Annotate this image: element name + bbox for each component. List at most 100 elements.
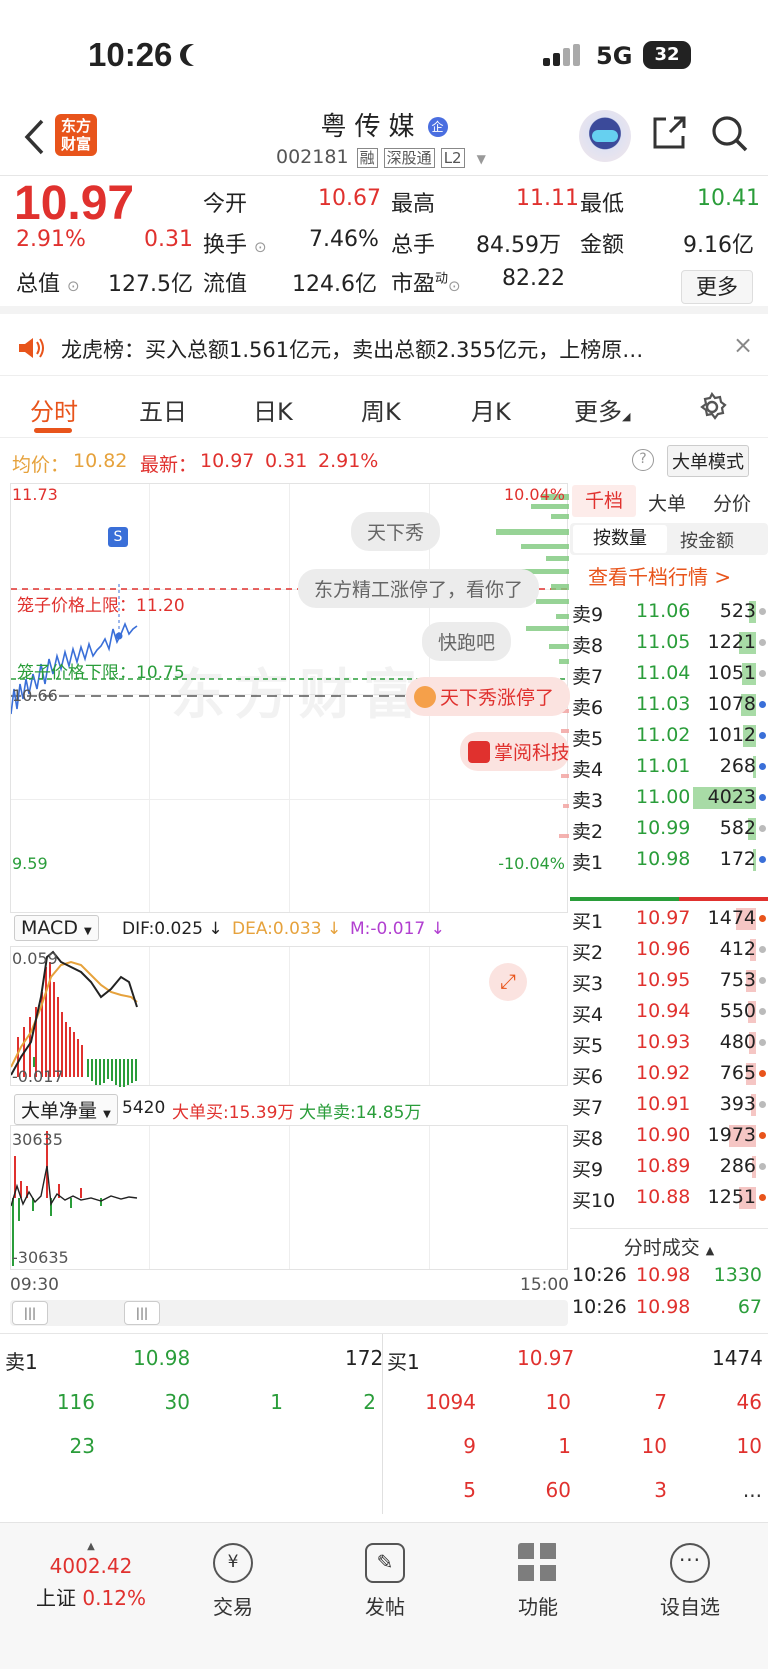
- asks-row[interactable]: 卖8 11.05 1221: [570, 626, 768, 659]
- bids-label: 买2: [572, 942, 604, 964]
- s-marker-icon[interactable]: S: [108, 527, 128, 547]
- asks-row[interactable]: 卖4 11.01 268: [570, 750, 768, 783]
- asks-dot-icon: [759, 732, 766, 739]
- asks-label: 卖1: [572, 852, 604, 874]
- float-label: 流值: [203, 272, 248, 297]
- tag-l2: L2: [440, 148, 465, 168]
- stock-code: 002181: [276, 146, 349, 168]
- asks-row[interactable]: 卖1 10.98 172: [570, 843, 768, 876]
- danmaku-bubble: 快跑吧: [422, 622, 512, 661]
- stock-title[interactable]: 粤传媒: [320, 112, 422, 142]
- macd-dea: DEA:0.033 ↓: [232, 919, 342, 939]
- bids-row[interactable]: 买4 10.94 550: [570, 995, 768, 1028]
- queue-sell-cell: 2: [363, 1390, 376, 1414]
- asks-dot-icon: [759, 670, 766, 677]
- trade-icon: ¥: [213, 1543, 253, 1583]
- bids-row[interactable]: 买1 10.97 1474: [570, 902, 768, 935]
- add-watchlist-button[interactable]: ··· 设自选: [630, 1543, 750, 1620]
- bids-price: 10.92: [636, 1062, 691, 1084]
- bids-row[interactable]: 买5 10.93 480: [570, 1026, 768, 1059]
- netflow-buy: 大单买:15.39万: [172, 1103, 295, 1123]
- trades-header[interactable]: 分时成交 ▲: [570, 1228, 768, 1259]
- queue-sell-cell: 23: [69, 1434, 95, 1458]
- asks-price: 11.02: [636, 724, 691, 746]
- notice-text: 龙虎榜：买入总额1.561亿元，卖出总额2.355亿元，上榜原…: [61, 338, 644, 362]
- info-icon[interactable]: ⊙: [67, 277, 80, 295]
- asks-qty: 523: [719, 600, 756, 622]
- bids-row[interactable]: 买8 10.90 1973: [570, 1119, 768, 1152]
- ob-tab-big[interactable]: 大单: [648, 489, 686, 516]
- bids-row[interactable]: 买7 10.91 393: [570, 1088, 768, 1121]
- turnover-value: 7.46%: [309, 227, 379, 252]
- close-icon[interactable]: ×: [733, 331, 753, 359]
- bids-dot-icon: [759, 1039, 766, 1046]
- ob-thousand-link[interactable]: 查看千档行情 >: [588, 561, 731, 590]
- turnover-info-icon[interactable]: ⊙: [254, 238, 267, 256]
- tab-five-day[interactable]: 五日: [139, 392, 187, 427]
- big-order-mode-button[interactable]: 大单模式: [667, 445, 749, 477]
- function-button[interactable]: 功能: [478, 1543, 598, 1620]
- bids-row[interactable]: 买10 10.88 1251: [570, 1181, 768, 1214]
- pe-value: 82.22: [502, 266, 565, 291]
- settings-gear-icon[interactable]: [697, 392, 727, 422]
- ob-tab-thousand[interactable]: 千档: [572, 485, 636, 517]
- post-button[interactable]: ✎ 发帖: [325, 1543, 445, 1620]
- signal-icon: [543, 44, 580, 66]
- asks-dot-icon: [759, 825, 766, 832]
- netflow-sell: 大单卖:14.85万: [299, 1103, 422, 1123]
- tab-intraday[interactable]: 分时: [30, 392, 78, 427]
- asks-row[interactable]: 卖6 11.03 1078: [570, 688, 768, 721]
- open-value: 10.67: [318, 186, 381, 211]
- danmaku-bubble: 天下秀涨停了: [406, 677, 571, 716]
- queue-sell-cell: 30: [164, 1390, 190, 1414]
- amount-value: 9.16亿: [683, 233, 754, 258]
- macd-chart[interactable]: 0.059 -0.017 ⤢: [10, 946, 568, 1087]
- bids-dot-icon: [759, 977, 766, 984]
- stock-code-row[interactable]: 002181 融 深股通 L2 ▼: [276, 146, 486, 168]
- bids-row[interactable]: 买9 10.89 286: [570, 1150, 768, 1183]
- bids-row[interactable]: 买2 10.96 412: [570, 933, 768, 966]
- index-widget[interactable]: ▲ 4002.42 上证 0.12%: [16, 1541, 166, 1611]
- ob-tab-price[interactable]: 分价: [713, 489, 751, 516]
- tab-daily-k[interactable]: 日K: [253, 392, 293, 427]
- bid-ask-divider: [570, 897, 768, 901]
- netflow-chart[interactable]: 30635 -30635: [10, 1125, 568, 1270]
- help-icon[interactable]: ?: [632, 449, 654, 471]
- enterprise-badge: 企: [427, 117, 448, 137]
- bids-row[interactable]: 买3 10.95 753: [570, 964, 768, 997]
- asks-qty: 1012: [707, 724, 756, 746]
- queue-buy-cell: 5: [463, 1478, 476, 1502]
- range-scrubber[interactable]: ||| |||: [10, 1300, 568, 1326]
- queue-buy-total: 1474: [712, 1346, 763, 1370]
- asks-row[interactable]: 卖5 11.02 1012: [570, 719, 768, 752]
- more-button[interactable]: 更多: [681, 270, 753, 304]
- assistant-robot-icon[interactable]: [579, 110, 631, 162]
- index-change: 0.12%: [82, 1586, 146, 1610]
- macd-selector[interactable]: MACD ▼: [14, 915, 99, 941]
- pe-info-icon[interactable]: ⊙: [448, 277, 461, 295]
- ob-subtab-amount[interactable]: 按金额: [680, 527, 734, 553]
- bids-label: 买4: [572, 1004, 604, 1026]
- asks-row[interactable]: 卖3 11.00 4023: [570, 781, 768, 814]
- intraday-chart[interactable]: 东方财富 S 11.73 9.59 10.04% -10.04% 笼子价格上限：…: [10, 483, 571, 913]
- asks-row[interactable]: 卖2 10.99 582: [570, 812, 768, 845]
- trade-button[interactable]: ¥ 交易: [173, 1543, 293, 1620]
- scrubber-left-handle[interactable]: |||: [12, 1301, 48, 1325]
- ob-subtab-qty[interactable]: 按数量: [573, 525, 667, 553]
- share-icon[interactable]: [650, 114, 688, 152]
- index-name: 上证: [36, 1586, 77, 1610]
- macd-y-top: 0.059: [12, 949, 58, 968]
- bids-dot-icon: [759, 1132, 766, 1139]
- expand-icon[interactable]: ⤢: [489, 963, 527, 1001]
- netflow-selector[interactable]: 大单净量 ▼: [14, 1094, 118, 1125]
- tab-weekly-k[interactable]: 周K: [361, 392, 401, 427]
- search-icon[interactable]: [710, 114, 750, 154]
- scrubber-right-handle[interactable]: |||: [124, 1301, 160, 1325]
- bids-row[interactable]: 买6 10.92 765: [570, 1057, 768, 1090]
- asks-row[interactable]: 卖9 11.06 523: [570, 595, 768, 628]
- tab-more[interactable]: 更多◢: [574, 392, 630, 427]
- y-axis-bottom: 9.59: [12, 854, 48, 873]
- notice-bar[interactable]: 龙虎榜：买入总额1.561亿元，卖出总额2.355亿元，上榜原… ×: [0, 320, 768, 376]
- asks-row[interactable]: 卖7 11.04 1051: [570, 657, 768, 690]
- tab-monthly-k[interactable]: 月K: [471, 392, 511, 427]
